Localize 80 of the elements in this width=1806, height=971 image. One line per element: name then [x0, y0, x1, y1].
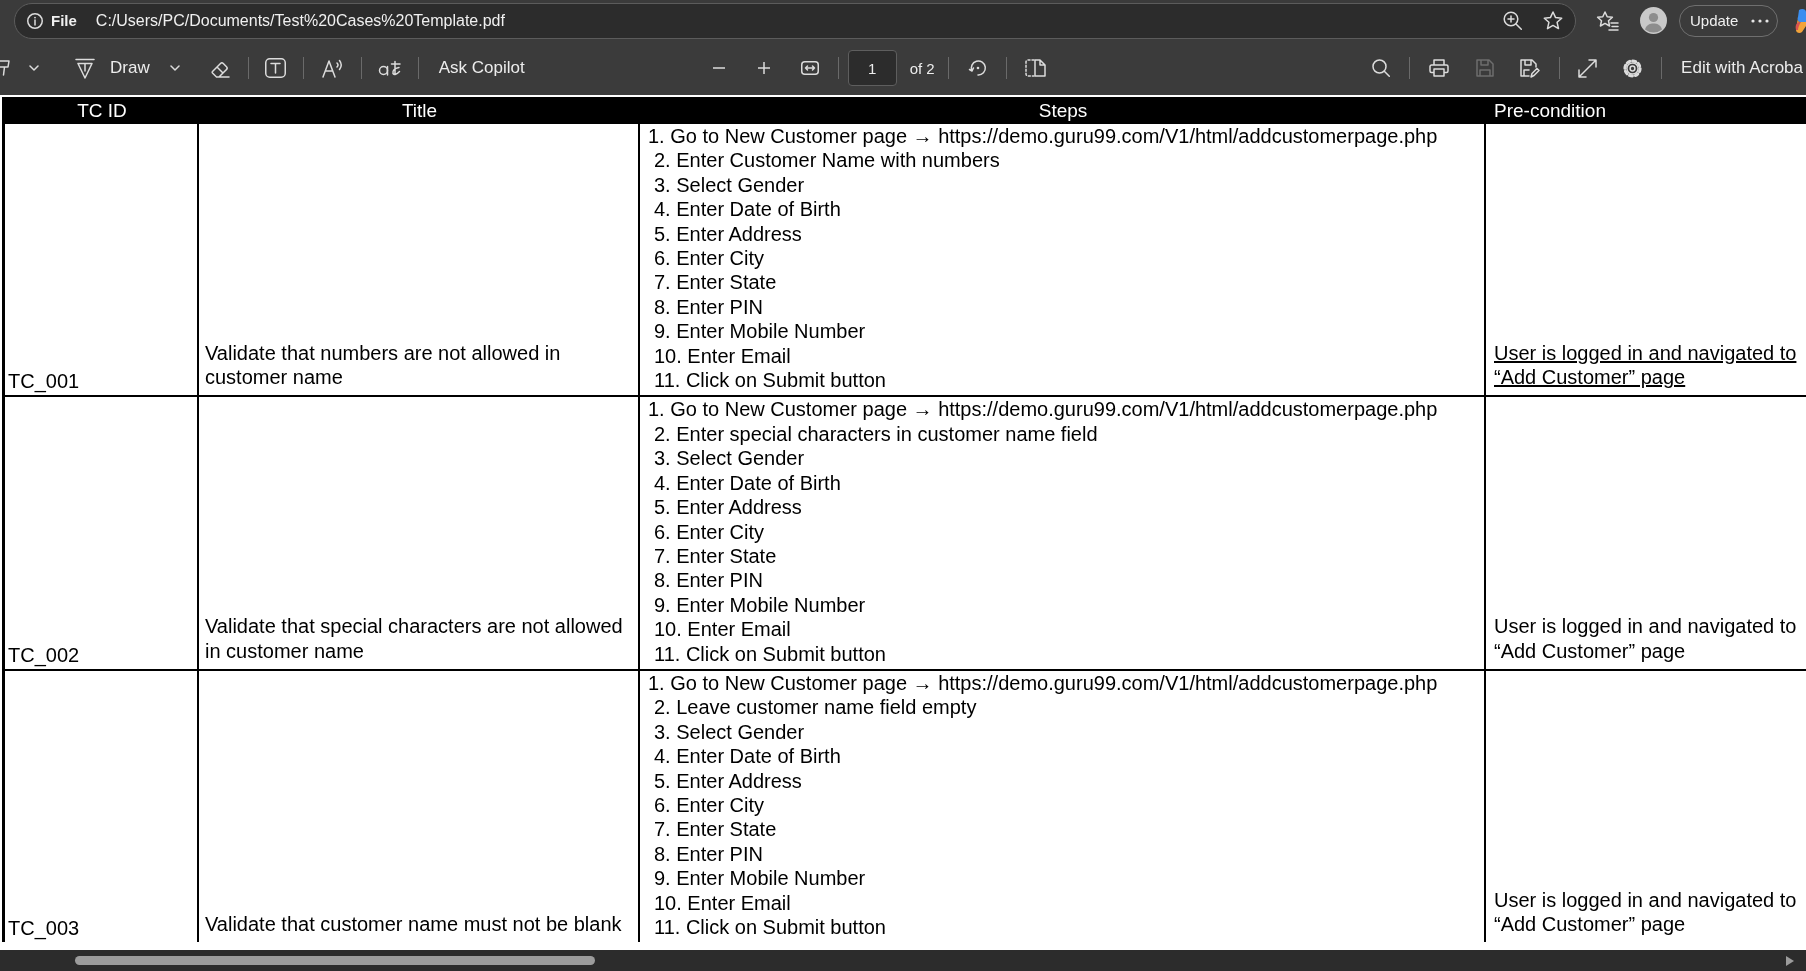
expand-icon[interactable]	[1578, 58, 1598, 78]
update-button[interactable]: Update	[1690, 12, 1739, 29]
test-step: 8. Enter PIN	[654, 294, 763, 320]
scheme-label: File	[51, 12, 77, 29]
test-step: 3. Select Gender	[654, 446, 805, 471]
test-step: 11. Click on Submit button	[654, 641, 886, 666]
test-step: 6. Enter City	[654, 792, 765, 818]
read-aloud-icon[interactable]	[321, 58, 343, 78]
test-step: 5. Enter Address	[654, 221, 802, 247]
star-icon[interactable]	[1543, 11, 1563, 30]
pen-icon[interactable]	[75, 57, 95, 79]
test-case-id: TC_003	[8, 916, 80, 941]
precondition-text: User is logged in and navigated to “Add Customer” page	[1494, 887, 1798, 937]
draw-button[interactable]: Draw	[110, 58, 150, 78]
test-step: 5. Enter Address	[654, 495, 802, 520]
scroll-right-arrow-icon[interactable]	[1786, 955, 1794, 966]
test-step: 1. Go to New Customer page → https://demo.guru99.com/V1/html/addcustomerpage.php	[648, 124, 1438, 149]
test-step: 8. Enter PIN	[654, 841, 763, 867]
test-case-title: Validate that special characters are not allowed in customer name	[205, 614, 624, 663]
precondition-text: User is logged in and navigated to “Add Customer” page	[1494, 340, 1798, 390]
zoom-icon[interactable]	[1503, 11, 1522, 30]
chevron-down-icon[interactable]	[169, 65, 180, 71]
url-text[interactable]: C:/Users/PC/Documents/Test%20Cases%20Template.pdf	[95, 11, 505, 30]
page-count: of 2	[909, 59, 935, 77]
two-page-icon[interactable]	[1024, 59, 1046, 77]
test-step: 7. Enter State	[654, 543, 777, 569]
test-step: 3. Select Gender	[654, 172, 805, 198]
test-step: 6. Enter City	[654, 519, 765, 544]
favorites-icon[interactable]	[1596, 10, 1619, 31]
info-icon[interactable]	[27, 12, 43, 29]
translate-icon[interactable]	[377, 59, 401, 77]
test-step: 10. Enter Email	[654, 343, 791, 369]
scrollbar-thumb[interactable]	[75, 956, 595, 965]
test-case-id: TC_002	[8, 642, 80, 667]
ask-copilot-button[interactable]: Ask Copilot	[438, 58, 525, 78]
test-step: 10. Enter Email	[654, 617, 791, 642]
avatar-icon[interactable]	[1640, 7, 1667, 34]
test-step: 1. Go to New Customer page → https://demo.guru99.com/V1/html/addcustomerpage.php	[648, 397, 1438, 422]
edit-with-acrobat-button[interactable]: Edit with Acroba	[1681, 58, 1803, 78]
test-step: 10. Enter Email	[654, 890, 791, 915]
test-step: 8. Enter PIN	[654, 568, 763, 593]
column-header: Title	[400, 99, 439, 123]
test-step: 2. Enter Customer Name with numbers	[654, 148, 1000, 173]
test-step: 2. Enter special characters in customer name field	[654, 421, 1098, 447]
page-number-field[interactable]: 1	[847, 50, 897, 86]
column-header: Pre-condition	[1493, 99, 1607, 123]
chevron-down-icon[interactable]	[29, 65, 39, 71]
test-case-id: TC_001	[8, 369, 80, 394]
test-step: 3. Select Gender	[654, 719, 805, 745]
address-bar[interactable]: File C:/Users/PC/Documents/Test%20Cases%20Template.pdf	[14, 2, 1576, 39]
test-step: 4. Enter Date of Birth	[654, 470, 841, 496]
more-icon[interactable]	[1751, 18, 1770, 23]
test-step: 9. Enter Mobile Number	[654, 592, 866, 618]
test-case-title: Validate that customer name must not be blank	[205, 912, 622, 937]
text-box-icon[interactable]	[264, 58, 286, 78]
precondition-text: User is logged in and navigated to “Add Customer” page	[1494, 614, 1798, 663]
test-step: 1. Go to New Customer page → https://demo.guru99.com/V1/html/addcustomerpage.php	[648, 670, 1438, 696]
test-step: 7. Enter State	[654, 817, 777, 842]
test-step: 4. Enter Date of Birth	[654, 197, 841, 222]
print-icon[interactable]	[1429, 59, 1450, 77]
test-step: 6. Enter City	[654, 246, 765, 271]
rotate-icon[interactable]	[967, 58, 988, 78]
save-edit-icon[interactable]	[1520, 58, 1541, 78]
test-step: 11. Click on Submit button	[654, 915, 886, 940]
test-step: 2. Leave customer name field empty	[654, 695, 977, 720]
zoom-in-icon[interactable]	[757, 62, 770, 74]
column-header: TC ID	[76, 99, 128, 123]
search-icon[interactable]	[1372, 59, 1391, 77]
app-logo-icon[interactable]	[1793, 7, 1806, 34]
column-header: Steps	[1037, 99, 1089, 123]
fit-width-icon[interactable]	[800, 61, 819, 75]
test-step: 5. Enter Address	[654, 768, 802, 793]
test-step: 9. Enter Mobile Number	[654, 319, 866, 344]
test-step: 7. Enter State	[654, 270, 777, 295]
marker-icon[interactable]	[0, 59, 10, 77]
settings-icon[interactable]	[1623, 58, 1643, 78]
test-step: 4. Enter Date of Birth	[654, 744, 841, 769]
test-step: 9. Enter Mobile Number	[654, 866, 866, 891]
test-case-title: Validate that numbers are not allowed in customer name	[205, 340, 562, 390]
test-step: 11. Click on Submit button	[654, 368, 886, 393]
